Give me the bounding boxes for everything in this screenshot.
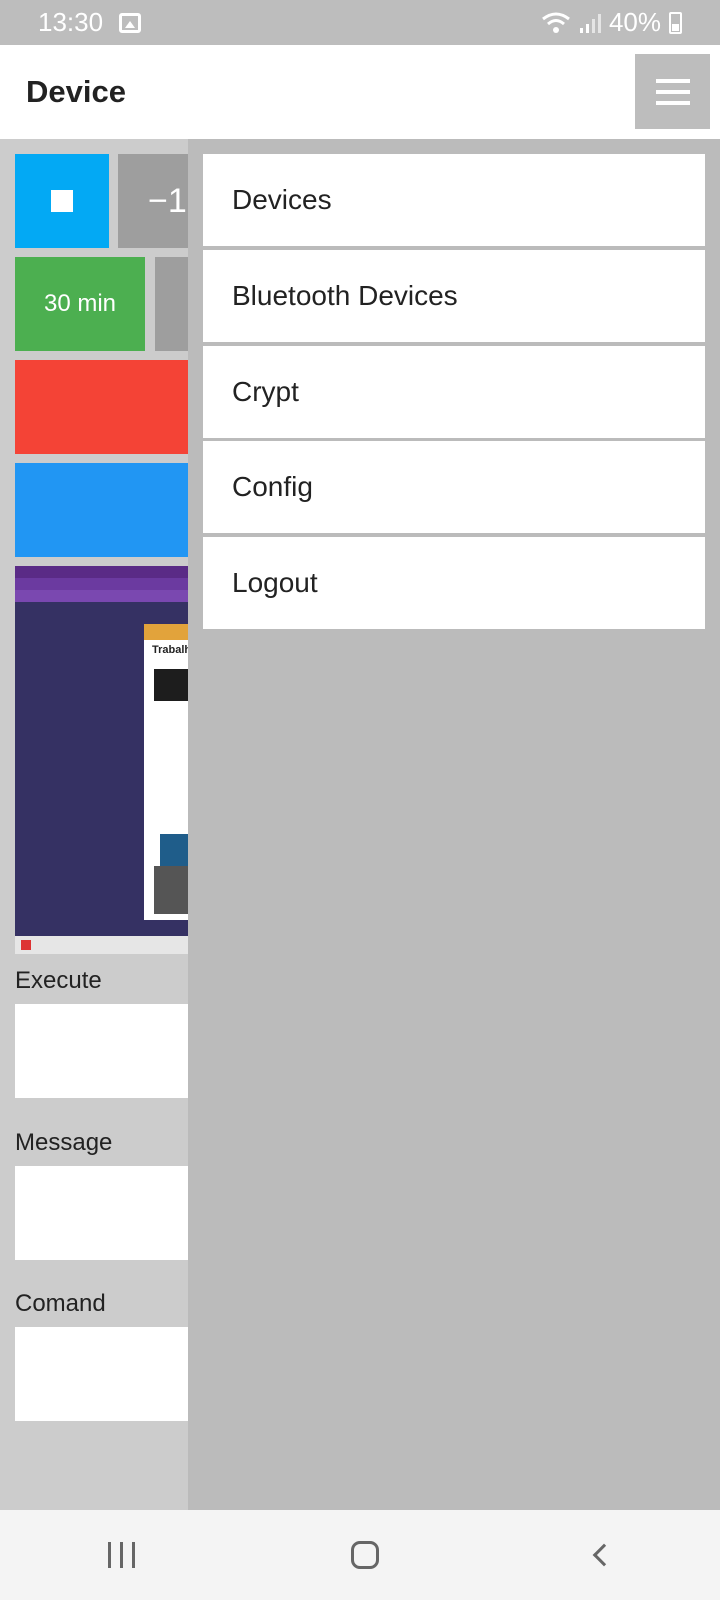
image-notification-icon (119, 12, 142, 33)
recent-apps-icon-line (132, 1542, 136, 1568)
status-bar: 13:30 40% (0, 0, 720, 45)
recent-apps-button[interactable] (108, 1542, 136, 1568)
back-button[interactable] (592, 1543, 616, 1567)
comand-input[interactable] (15, 1327, 190, 1421)
system-nav-bar (0, 1510, 720, 1600)
preview-window-title: Trabalh (152, 644, 190, 656)
wifi-icon (542, 12, 570, 33)
preview-blue-block (160, 834, 190, 866)
message-input[interactable] (15, 1166, 190, 1260)
preview-app-icon (21, 940, 31, 950)
drawer-item-devices[interactable]: Devices (203, 154, 705, 246)
battery-percent: 40% (608, 7, 661, 37)
stop-button[interactable] (15, 154, 109, 248)
secondary-timer-button[interactable] (155, 257, 190, 351)
preview-grey-block (154, 866, 190, 914)
hamburger-icon-line (655, 89, 690, 94)
preview-window: Trabalh (144, 624, 190, 920)
preview-bookmarks (15, 590, 190, 602)
timer-label: 30 min (43, 290, 117, 317)
execute-label: Execute (15, 967, 102, 994)
preview-dark-block (154, 669, 190, 701)
stop-icon (51, 190, 73, 212)
comand-label: Comand (15, 1290, 106, 1317)
recent-apps-icon-line (120, 1542, 124, 1568)
drawer-item-crypt[interactable]: Crypt (203, 346, 705, 438)
minus-button[interactable]: −1 (118, 154, 190, 248)
battery-icon (669, 11, 682, 34)
preview-taskbar (15, 936, 190, 954)
preview-window-header (144, 624, 190, 640)
status-time: 13:30 (38, 7, 104, 37)
hamburger-icon-line (655, 78, 690, 83)
nav-drawer: Devices Bluetooth Devices Crypt Config L… (188, 139, 720, 1510)
screen-preview: Trabalh (15, 566, 190, 954)
message-label: Message (15, 1129, 113, 1156)
app-bar: Device (0, 45, 720, 139)
drawer-item-config[interactable]: Config (203, 441, 705, 533)
hamburger-icon-line (655, 100, 690, 105)
red-action-button[interactable] (15, 360, 190, 454)
blue-action-button[interactable] (15, 463, 190, 557)
menu-button[interactable] (635, 54, 710, 129)
signal-icon (579, 13, 601, 33)
minus-label: −1 (148, 181, 187, 220)
preview-tabs (15, 566, 190, 578)
drawer-item-logout[interactable]: Logout (203, 537, 705, 629)
home-button[interactable] (351, 1541, 380, 1569)
preview-url-bar (15, 578, 190, 590)
drawer-item-bluetooth-devices[interactable]: Bluetooth Devices (203, 250, 705, 342)
page-title: Device (26, 74, 126, 109)
execute-input[interactable] (15, 1004, 190, 1098)
timer-button[interactable]: 30 min (15, 257, 145, 351)
status-right: 40% (541, 7, 682, 38)
recent-apps-icon-line (108, 1542, 112, 1568)
